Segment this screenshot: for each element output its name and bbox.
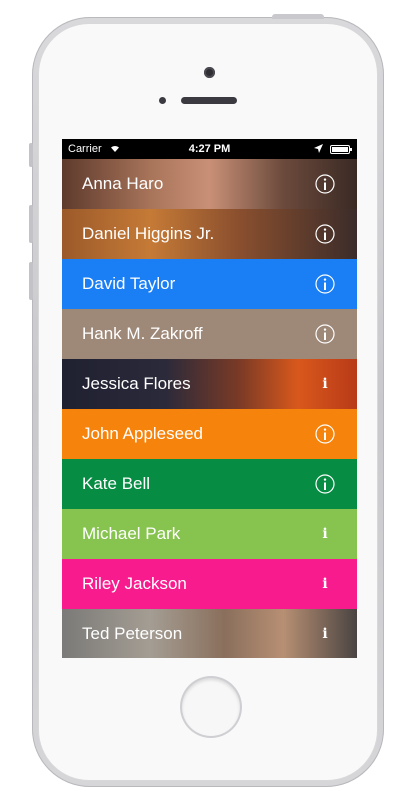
contact-row[interactable]: Ted Peterson i bbox=[62, 609, 357, 658]
contact-name: Hank M. Zakroff bbox=[82, 324, 203, 343]
home-button[interactable] bbox=[182, 678, 240, 736]
front-camera bbox=[204, 67, 215, 78]
contact-row[interactable]: John Appleseed bbox=[62, 409, 357, 459]
info-icon[interactable] bbox=[315, 474, 335, 494]
contact-name: Ted Peterson bbox=[82, 624, 183, 643]
volume-down-button bbox=[29, 262, 33, 300]
contact-name: Michael Park bbox=[82, 524, 181, 543]
contact-row[interactable]: Daniel Higgins Jr. bbox=[62, 209, 357, 259]
contact-name: Kate Bell bbox=[82, 474, 151, 493]
battery-fill bbox=[332, 147, 348, 152]
contact-name: Riley Jackson bbox=[82, 574, 187, 593]
clock: 4:27 PM bbox=[188, 143, 231, 155]
info-icon[interactable]: i bbox=[320, 524, 330, 544]
contact-name: John Appleseed bbox=[82, 424, 203, 443]
info-icon[interactable]: i bbox=[320, 574, 330, 594]
contact-row[interactable]: Riley Jackson i bbox=[62, 559, 357, 609]
info-icon[interactable] bbox=[315, 224, 335, 244]
mute-switch bbox=[29, 143, 33, 167]
info-icon[interactable] bbox=[315, 174, 335, 194]
contact-list: Anna Haro Daniel Higgins Jr. David Taylor H… bbox=[62, 159, 357, 658]
proximity-sensor bbox=[159, 97, 166, 104]
screen: Carrier 4:27 PM Anna Haro Daniel Higgins … bbox=[62, 139, 357, 658]
volume-up-button bbox=[29, 205, 33, 243]
battery-icon bbox=[330, 145, 352, 154]
contact-name: Daniel Higgins Jr. bbox=[82, 224, 215, 243]
contact-row[interactable]: Anna Haro bbox=[62, 159, 357, 209]
contact-name: Anna Haro bbox=[82, 174, 164, 193]
earpiece-speaker bbox=[181, 97, 237, 104]
contact-row[interactable]: Kate Bell bbox=[62, 459, 357, 509]
info-icon[interactable] bbox=[315, 274, 335, 294]
contact-name: David Taylor bbox=[82, 274, 176, 293]
contact-row[interactable]: Jessica Flores i bbox=[62, 359, 357, 409]
info-icon[interactable] bbox=[315, 424, 335, 444]
power-button bbox=[272, 14, 324, 19]
info-icon[interactable]: i bbox=[320, 624, 330, 644]
contact-row[interactable]: Michael Park i bbox=[62, 509, 357, 559]
contact-name: Jessica Flores bbox=[82, 374, 191, 393]
contact-row[interactable]: David Taylor bbox=[62, 259, 357, 309]
info-icon[interactable] bbox=[315, 324, 335, 344]
contact-row[interactable]: Hank M. Zakroff bbox=[62, 309, 357, 359]
location-arrow-icon bbox=[314, 144, 323, 153]
status-bar: Carrier 4:27 PM bbox=[62, 139, 357, 159]
info-icon[interactable]: i bbox=[320, 374, 330, 394]
